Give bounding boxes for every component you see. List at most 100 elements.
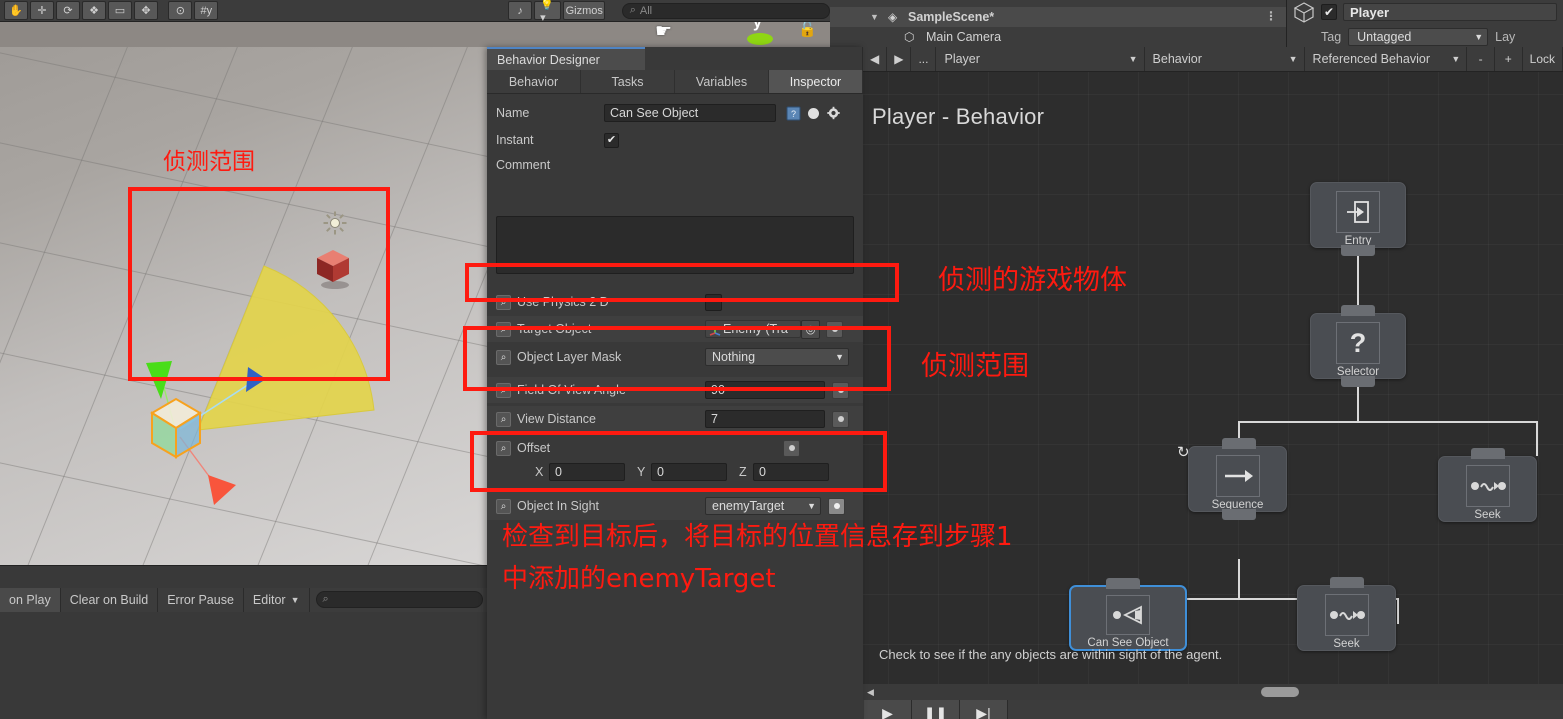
gameobject-active-checkbox[interactable]: ✔ (1321, 4, 1337, 20)
nav-forward-button[interactable]: ▶ (887, 47, 912, 71)
node-connector-bottom[interactable] (1341, 376, 1375, 387)
search-icon[interactable]: ⌕ (496, 498, 511, 514)
offset-variable-toggle[interactable] (783, 439, 800, 457)
comment-textarea[interactable] (496, 216, 854, 274)
gear-icon[interactable] (823, 104, 843, 122)
offset-z-input[interactable]: 0 (753, 463, 829, 481)
editor-dropdown-button[interactable]: Editor ▼ (243, 588, 310, 612)
graph-node-entry[interactable]: Entry (1310, 182, 1406, 256)
graph-node-seek-right[interactable]: Seek (1438, 448, 1537, 522)
behavior-designer-window-tab[interactable]: Behavior Designer (487, 47, 645, 70)
scene-view[interactable]: 侦测范围 (0, 0, 487, 565)
object-in-sight-variable-toggle[interactable] (828, 497, 845, 515)
search-icon[interactable]: ⌕ (496, 294, 511, 310)
scroll-left-arrow-icon[interactable]: ◀ (867, 687, 874, 698)
hierarchy-panel[interactable]: ▼ ◈ SampleScene* ⋮ ⬡ Main Camera (830, 0, 1287, 47)
zoom-out-button[interactable]: - (1467, 47, 1495, 71)
gizmos-dropdown-button[interactable]: Gizmos (563, 1, 606, 20)
fov-angle-variable-toggle[interactable] (832, 381, 849, 399)
audio-toggle-button[interactable]: ♪ (508, 1, 533, 20)
play-button[interactable]: ▶ (864, 700, 912, 719)
hierarchy-search-bar[interactable] (830, 0, 1286, 7)
scene-lock-icon[interactable]: 🔓 (798, 20, 817, 38)
clear-on-build-button[interactable]: Clear on Build (60, 588, 159, 612)
behavior-designer-tabs[interactable]: Behavior Tasks Variables Inspector (487, 70, 863, 94)
step-button[interactable]: ▶| (960, 700, 1008, 719)
hierarchy-row-maincamera[interactable]: ⬡ Main Camera (830, 27, 1286, 47)
behavior-dropdown[interactable]: Behavior ▼ (1144, 47, 1305, 71)
hand-tool-button[interactable]: ✋ (4, 1, 28, 20)
search-icon[interactable]: ⌕ (496, 349, 511, 365)
offset-x-input[interactable]: 0 (549, 463, 625, 481)
object-dropdown[interactable]: Player ▼ (936, 47, 1145, 71)
fx-dropdown-button[interactable]: 💡▾ (534, 0, 562, 21)
referenced-behavior-dropdown[interactable]: Referenced Behavior ▼ (1304, 47, 1468, 71)
view-distance-input[interactable]: 7 (705, 410, 825, 428)
nav-ellipsis-button[interactable]: ... (911, 47, 937, 71)
tag-dropdown[interactable]: Untagged ▼ (1348, 28, 1489, 46)
inspector-fields-container[interactable]: Name Can See Object ? Instant ✔ Comment … (487, 94, 863, 719)
graph-node-seek-bottom[interactable]: Seek (1297, 577, 1396, 651)
object-layer-mask-dropdown[interactable]: Nothing ▼ (705, 348, 849, 366)
task-name-input[interactable]: Can See Object (604, 104, 776, 122)
console-toolbar[interactable]: on Play Clear on Build Error Pause Edito… (0, 588, 487, 612)
hierarchy-kebab-menu[interactable]: ⋮ (1265, 10, 1277, 22)
search-icon[interactable]: ⌕ (496, 411, 511, 427)
node-connector-top[interactable] (1470, 448, 1505, 459)
node-connector-top[interactable] (1106, 578, 1140, 589)
scene-search-input[interactable]: ⌕ All (621, 2, 830, 19)
object-picker-button[interactable]: ◎ (801, 319, 820, 339)
hierarchy-row-samplescene[interactable]: ▼ ◈ SampleScene* ⋮ (830, 7, 1286, 27)
view-distance-variable-toggle[interactable] (832, 410, 849, 428)
graph-horizontal-scrollbar[interactable]: ◀ (863, 684, 1563, 700)
clear-on-play-button[interactable]: on Play (0, 588, 61, 612)
transform-tool-button[interactable]: ✥ (134, 1, 158, 20)
target-object-field[interactable]: Enemy (Tra (705, 320, 801, 338)
node-connector-top[interactable] (1222, 438, 1256, 449)
pause-button[interactable]: ❚❚ (912, 700, 960, 719)
move-tool-button[interactable]: ✛ (30, 1, 54, 20)
nav-back-button[interactable]: ◀ (863, 47, 888, 71)
tab-inspector[interactable]: Inspector (769, 70, 863, 93)
instant-checkbox[interactable]: ✔ (604, 132, 619, 148)
error-pause-button[interactable]: Error Pause (158, 588, 244, 612)
graph-node-sequence[interactable]: ↻ Sequence (1177, 438, 1287, 520)
behavior-designer-inspector-panel[interactable]: Behavior Designer Behavior Tasks Variabl… (487, 47, 863, 719)
graph-playback-bar[interactable]: ▶ ❚❚ ▶| (863, 700, 1563, 719)
zoom-in-button[interactable]: + (1494, 47, 1523, 71)
behavior-designer-graph-window[interactable]: ◀ ▶ ... Player ▼ Behavior ▼ Referenced B… (863, 47, 1563, 719)
tab-tasks[interactable]: Tasks (581, 70, 675, 93)
scene-toolbar[interactable]: ✋ ✛ ⟳ ❖ ▭ ✥ ⊙ #y ♪ 💡▾ Gizmos ⌕ All (0, 0, 830, 22)
pivot-toggle-button[interactable]: ⊙ (168, 1, 193, 20)
global-toggle-button[interactable]: #y (194, 1, 219, 20)
gameobject-name-input[interactable]: Player (1343, 3, 1557, 21)
search-icon[interactable]: ⌕ (496, 382, 511, 398)
tab-variables[interactable]: Variables (675, 70, 769, 93)
node-connector-bottom[interactable] (1222, 509, 1256, 520)
graph-toolbar[interactable]: ◀ ▶ ... Player ▼ Behavior ▼ Referenced B… (863, 47, 1563, 72)
tab-behavior[interactable]: Behavior (487, 70, 581, 93)
preset-icon[interactable] (803, 104, 823, 122)
rotate-tool-button[interactable]: ⟳ (56, 1, 80, 20)
rect-tool-button[interactable]: ▭ (108, 1, 132, 20)
offset-y-input[interactable]: 0 (651, 463, 727, 481)
console-search-input[interactable]: ⌕ (315, 591, 483, 608)
scale-tool-button[interactable]: ❖ (82, 1, 106, 20)
target-object-variable-toggle[interactable] (826, 320, 843, 338)
graph-scroll-thumb[interactable] (1261, 687, 1299, 697)
lock-button[interactable]: Lock (1522, 47, 1563, 71)
node-connector-top[interactable] (1341, 305, 1375, 316)
console-log-list[interactable] (0, 612, 487, 719)
graph-node-can-see-object[interactable]: Can See Object (1069, 578, 1187, 651)
console-panel[interactable]: on Play Clear on Build Error Pause Edito… (0, 565, 487, 719)
field-of-view-angle-input[interactable]: 90 (705, 381, 825, 399)
search-icon[interactable]: ⌕ (496, 321, 511, 337)
node-connector-bottom[interactable] (1341, 245, 1375, 256)
use-physics-2d-checkbox[interactable] (705, 293, 722, 311)
graph-node-selector[interactable]: ? Selector (1310, 305, 1406, 387)
search-icon[interactable]: ⌕ (496, 440, 511, 456)
object-in-sight-dropdown[interactable]: enemyTarget ▼ (705, 497, 821, 515)
scene-gizmo-y-axis[interactable] (747, 33, 773, 45)
chevron-down-icon[interactable]: ▼ (870, 12, 879, 22)
node-connector-top[interactable] (1329, 577, 1364, 588)
